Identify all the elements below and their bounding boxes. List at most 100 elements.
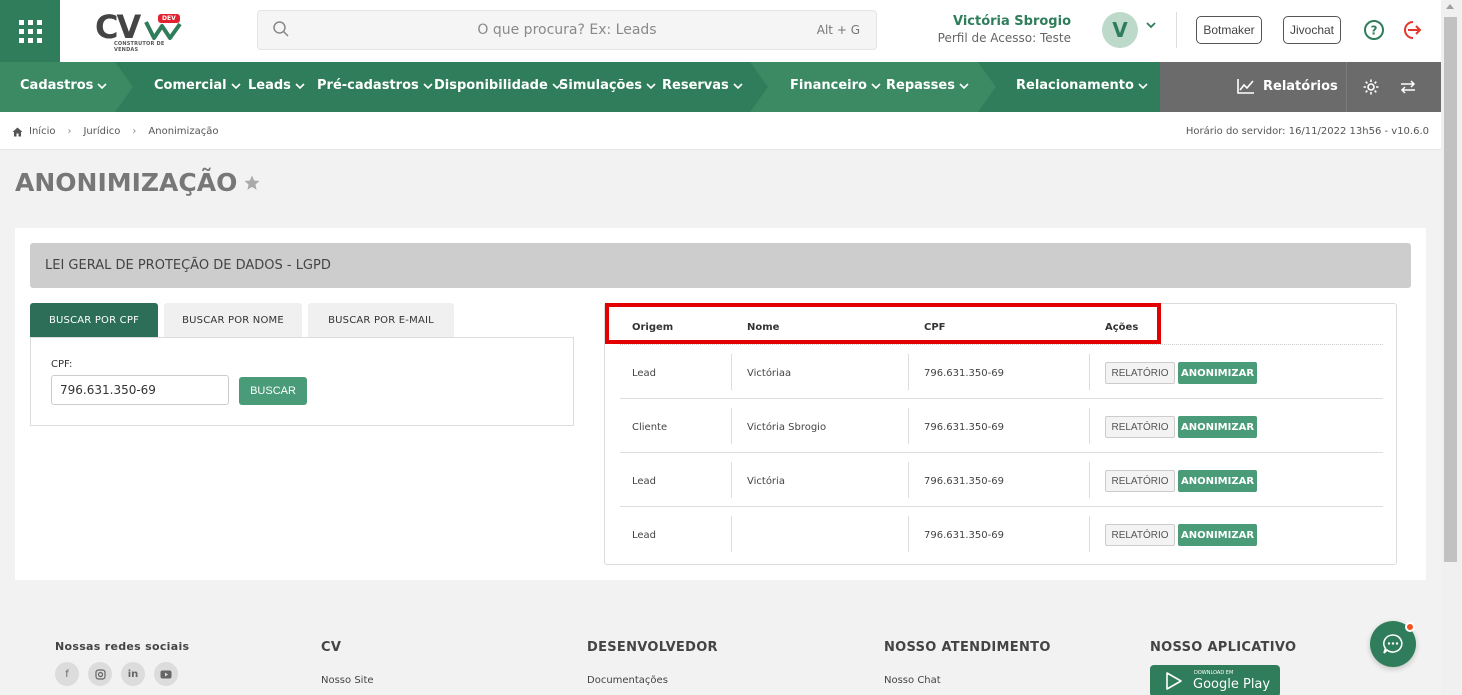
logo-subtitle: CONSTRUTOR DE VENDAS (114, 41, 165, 53)
header-divider (1176, 12, 1177, 48)
logout-icon[interactable] (1404, 19, 1426, 41)
cpf-label: CPF: (51, 359, 73, 370)
column-divider (1089, 516, 1090, 552)
search-button[interactable]: BUSCAR (239, 377, 307, 405)
scrollbar-thumb[interactable] (1444, 17, 1457, 562)
cell-cpf: 796.631.350-69 (924, 368, 1004, 379)
column-divider (908, 354, 909, 390)
user-profile: Perfil de Acesso: Teste (937, 31, 1071, 45)
cpf-input[interactable] (51, 375, 229, 405)
nav-relacionamento[interactable]: Relacionamento (1016, 78, 1148, 93)
apps-menu-button[interactable] (0, 0, 60, 62)
cell-origem: Lead (632, 530, 657, 541)
chevron-down-icon (959, 82, 969, 89)
nav-comercial[interactable]: Comercial (154, 78, 241, 93)
global-search[interactable]: O que procura? Ex: Leads Alt + G (257, 10, 877, 50)
anonymize-button[interactable]: ANONIMIZAR (1178, 416, 1257, 438)
chevron-down-icon (295, 82, 305, 89)
scroll-up-arrow-icon[interactable] (1446, 4, 1454, 9)
breadcrumb: Início › Jurídico › Anonimização Horário… (0, 112, 1441, 150)
chevron-right-icon: › (132, 126, 137, 137)
cpf-search-panel: CPF: BUSCAR (30, 337, 574, 426)
main-card: LEI GERAL DE PROTEÇÃO DE DADOS - LGPD BU… (15, 228, 1426, 580)
svg-text:?: ? (1371, 24, 1378, 38)
breadcrumb-home[interactable]: Início (29, 126, 55, 137)
nav-leads[interactable]: Leads (248, 78, 305, 93)
chevron-down-icon (423, 82, 433, 89)
breadcrumb-current: Anonimização (148, 126, 219, 137)
cell-nome: Victóriaa (747, 368, 792, 379)
botmaker-button[interactable]: Botmaker (1196, 16, 1262, 44)
instagram-icon[interactable] (88, 662, 112, 686)
cell-cpf: 796.631.350-69 (924, 530, 1004, 541)
facebook-icon[interactable]: f (55, 662, 79, 686)
anonymize-button[interactable]: ANONIMIZAR (1178, 470, 1257, 492)
column-divider (731, 408, 732, 444)
nav-cadastros[interactable]: Cadastros (20, 78, 108, 93)
search-shortcut: Alt + G (816, 23, 860, 37)
nav-simulacoes[interactable]: Simulações (559, 78, 656, 93)
chart-line-icon (1237, 79, 1254, 94)
report-button[interactable]: RELATÓRIO (1105, 470, 1175, 492)
jivochat-button[interactable]: Jivochat (1283, 16, 1341, 44)
top-header: CV DEV CONSTRUTOR DE VENDAS O que procur… (0, 0, 1441, 62)
chevron-down-icon[interactable] (1145, 20, 1157, 30)
play-store-icon (1166, 672, 1182, 690)
report-button[interactable]: RELATÓRIO (1105, 362, 1175, 384)
google-play-badge[interactable]: DOWNLOAD EM Google Play (1150, 665, 1280, 695)
chat-bubble-icon (1383, 634, 1403, 654)
section-header: LEI GERAL DE PROTEÇÃO DE DADOS - LGPD (30, 243, 1411, 288)
user-name[interactable]: Victória Sbrogio (953, 14, 1071, 29)
footer-support-title: NOSSO ATENDIMENTO (884, 640, 1051, 655)
nav-repasses[interactable]: Repasses (886, 78, 969, 93)
nav-financeiro[interactable]: Financeiro (790, 78, 881, 93)
cell-origem: Lead (632, 476, 657, 487)
gear-icon[interactable] (1362, 78, 1380, 96)
nav-disponibilidade[interactable]: Disponibilidade (434, 78, 562, 93)
help-icon[interactable]: ? (1363, 19, 1385, 41)
avatar[interactable]: V (1102, 12, 1138, 48)
column-divider (908, 516, 909, 552)
logo-badge: DEV (158, 14, 180, 23)
star-icon[interactable] (243, 174, 261, 192)
chevron-down-icon (97, 82, 108, 89)
swap-icon[interactable] (1399, 80, 1417, 94)
cell-origem: Lead (632, 368, 657, 379)
tab-buscar-por-email[interactable]: BUSCAR POR E-MAIL (308, 303, 454, 337)
footer-link-site[interactable]: Nosso Site (321, 675, 374, 686)
nav-divider (1346, 62, 1347, 112)
chevron-down-icon (231, 82, 241, 89)
app-logo[interactable]: CV DEV CONSTRUTOR DE VENDAS (92, 8, 187, 53)
report-button[interactable]: RELATÓRIO (1105, 524, 1175, 546)
linkedin-icon[interactable]: in (121, 662, 145, 686)
table-row: Lead Victóriaa 796.631.350-69 RELATÓRIO … (605, 345, 1396, 399)
server-time: Horário do servidor: 16/11/2022 13h56 - … (1185, 126, 1429, 137)
column-divider (731, 462, 732, 498)
nav-pre-cadastros[interactable]: Pré-cadastros (317, 78, 433, 93)
chevron-down-icon (1138, 82, 1148, 89)
table-row: Lead Victória 796.631.350-69 RELATÓRIO A… (605, 453, 1396, 507)
apps-grid-icon (18, 19, 42, 43)
tab-buscar-por-cpf[interactable]: BUSCAR POR CPF (30, 303, 158, 337)
chevron-down-icon (871, 82, 881, 89)
cell-nome: Victória (747, 476, 785, 487)
nav-reservas[interactable]: Reservas (662, 78, 743, 93)
report-button[interactable]: RELATÓRIO (1105, 416, 1175, 438)
column-divider (731, 354, 732, 390)
column-divider (908, 462, 909, 498)
breadcrumb-juridico[interactable]: Jurídico (83, 126, 120, 137)
anonymize-button[interactable]: ANONIMIZAR (1178, 524, 1257, 546)
youtube-icon[interactable] (154, 662, 178, 686)
anonymize-button[interactable]: ANONIMIZAR (1178, 362, 1257, 384)
column-divider (908, 408, 909, 444)
search-placeholder: O que procura? Ex: Leads (477, 22, 657, 38)
column-divider (1089, 354, 1090, 390)
page-title: ANONIMIZAÇÃO (15, 168, 261, 197)
footer-social-title: Nossas redes sociais (55, 640, 190, 653)
footer-link-chat[interactable]: Nosso Chat (884, 675, 941, 686)
tab-buscar-por-nome[interactable]: BUSCAR POR NOME (164, 303, 302, 337)
footer-link-docs[interactable]: Documentações (587, 675, 668, 686)
highlight-box (605, 303, 1161, 344)
cell-origem: Cliente (632, 422, 668, 433)
nav-relatorios[interactable]: Relatórios (1237, 78, 1338, 94)
